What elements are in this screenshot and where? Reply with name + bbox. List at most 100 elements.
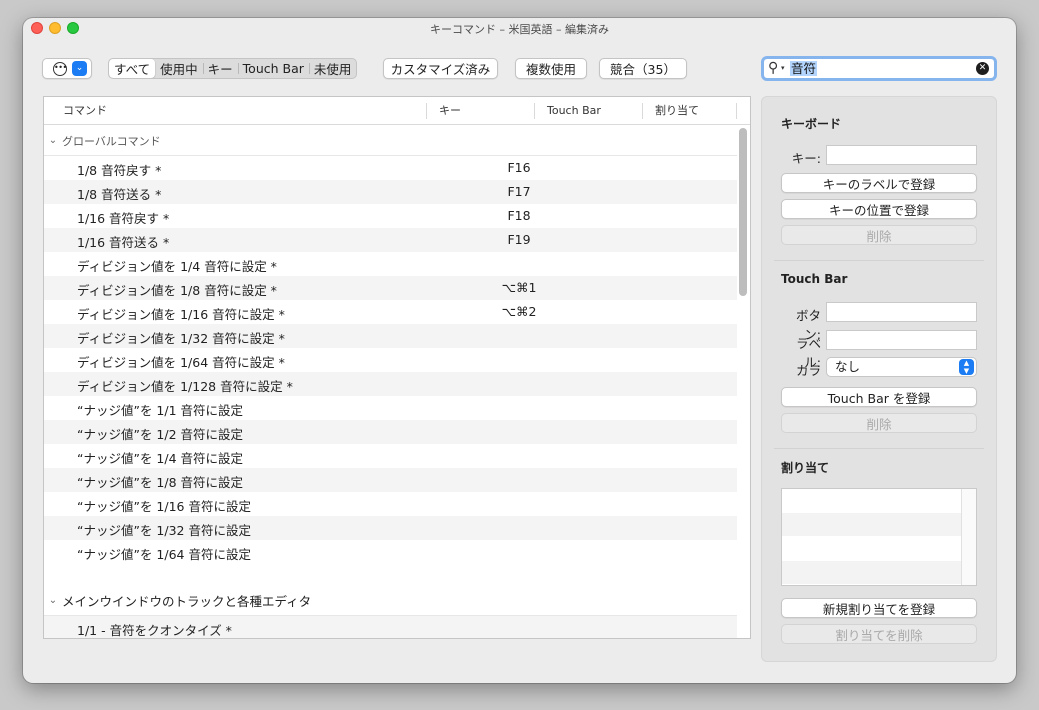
table-row[interactable]: “ナッジ値”を 1/4 音符に設定 xyxy=(44,444,737,468)
column-divider[interactable] xyxy=(426,103,427,119)
table-row[interactable]: 1/8 音符送る * F17 xyxy=(44,180,737,204)
command-cell: ディビジョン値を 1/32 音符に設定 * xyxy=(77,331,285,346)
section-divider xyxy=(774,448,984,449)
key-commands-window: キーコマンド – 米国英語 – 編集済み ••• ⌄ すべて 使用中 キー To… xyxy=(23,18,1016,683)
new-assignment-button[interactable]: 新規割り当てを登録 xyxy=(781,598,977,618)
table-row[interactable]: ディビジョン値を 1/8 音符に設定 * ⌥⌘1 xyxy=(44,276,737,300)
chevron-down-icon[interactable]: ⌄ xyxy=(44,135,62,146)
assignments-scrollbar[interactable] xyxy=(961,489,976,585)
table-body: ⌄ グローバルコマンド 1/8 音符戻す * F16 1/8 音符送る * F17 … xyxy=(44,126,737,638)
list-item[interactable] xyxy=(782,513,976,537)
touch-bar-label-field[interactable] xyxy=(826,330,977,350)
list-item[interactable] xyxy=(782,489,976,513)
assign-by-label-button[interactable]: キーのラベルで登録 xyxy=(781,173,977,193)
color-select[interactable]: なし ▲ ▼ xyxy=(826,357,977,377)
table-row[interactable]: “ナッジ値”を 1/16 音符に設定 xyxy=(44,492,737,516)
command-cell: “ナッジ値”を 1/1 音符に設定 xyxy=(77,403,244,418)
table-row[interactable]: “ナッジ値”を 1/32 音符に設定 xyxy=(44,516,737,540)
column-divider[interactable] xyxy=(534,103,535,119)
section-divider xyxy=(774,260,984,261)
filter-touch-bar[interactable]: Touch Bar xyxy=(237,59,309,78)
ellipsis-icon: ••• xyxy=(53,62,67,76)
table-row[interactable]: ディビジョン値を 1/128 音符に設定 * xyxy=(44,372,737,396)
updown-arrows-icon: ▲ ▼ xyxy=(959,359,974,375)
command-cell: “ナッジ値”を 1/32 音符に設定 xyxy=(77,523,251,538)
filter-keys[interactable]: キー xyxy=(202,59,238,78)
filter-all[interactable]: すべて xyxy=(109,59,156,78)
key-commands-table: コマンド キー Touch Bar 割り当て ⌄ グローバルコマンド 1/8 音… xyxy=(43,96,751,639)
table-row[interactable]: 1/16 音符送る * F19 xyxy=(44,228,737,252)
key-field[interactable] xyxy=(826,145,977,165)
table-row[interactable]: “ナッジ値”を 1/1 音符に設定 xyxy=(44,396,737,420)
delete-touch-bar-button[interactable]: 削除 xyxy=(781,413,977,433)
table-row[interactable]: ディビジョン値を 1/64 音符に設定 * xyxy=(44,348,737,372)
key-cell: F18 xyxy=(507,208,531,223)
key-cell: ⌥⌘1 xyxy=(501,280,537,295)
column-divider[interactable] xyxy=(736,103,737,119)
table-row[interactable]: “ナッジ値”を 1/64 音符に設定 xyxy=(44,540,737,564)
filter-used[interactable]: 使用中 xyxy=(155,59,203,78)
search-field[interactable]: ⚲ ▾ 音符 ✕ xyxy=(761,56,997,81)
touch-bar-button-field[interactable] xyxy=(826,302,977,322)
table-row[interactable]: ディビジョン値を 1/32 音符に設定 * xyxy=(44,324,737,348)
column-divider[interactable] xyxy=(642,103,643,119)
group-rows: 1/8 音符戻す * F16 1/8 音符送る * F17 1/16 音符戻す * F… xyxy=(44,156,737,564)
list-item[interactable] xyxy=(782,561,976,585)
key-label: キー: xyxy=(791,151,821,166)
table-row[interactable]: 1/16 音符戻す * F18 xyxy=(44,204,737,228)
command-cell: ディビジョン値を 1/16 音符に設定 * xyxy=(77,307,285,322)
column-header-key[interactable]: キー xyxy=(430,97,461,125)
table-row[interactable]: 1/8 音符戻す * F16 xyxy=(44,156,737,180)
toolbar: ••• ⌄ すべて 使用中 キー Touch Bar 未使用 カスタマイズ済み … xyxy=(23,56,1016,82)
command-cell: “ナッジ値”を 1/64 音符に設定 xyxy=(77,547,251,562)
assignments-section-title: 割り当て xyxy=(781,461,830,475)
table-scrollbar[interactable] xyxy=(739,128,747,296)
column-header-command[interactable]: コマンド xyxy=(54,97,107,125)
group-name: メインウインドウのトラックと各種エディタ xyxy=(62,594,312,609)
group-rows: 1/1 - 音符をクオンタイズ * xyxy=(44,616,737,638)
assign-touch-bar-button[interactable]: Touch Bar を登録 xyxy=(781,387,977,407)
window-title: キーコマンド – 米国英語 – 編集済み xyxy=(430,23,609,36)
key-cell: F17 xyxy=(507,184,531,199)
table-row[interactable]: ディビジョン値を 1/4 音符に設定 * xyxy=(44,252,737,276)
group-row[interactable]: ⌄ メインウインドウのトラックと各種エディタ xyxy=(44,586,737,616)
command-cell: “ナッジ値”を 1/2 音符に設定 xyxy=(77,427,244,442)
customized-button[interactable]: カスタマイズ済み xyxy=(383,58,498,79)
table-header: コマンド キー Touch Bar 割り当て xyxy=(44,97,750,125)
conflicts-button[interactable]: 競合（35） xyxy=(599,58,687,79)
search-input[interactable]: 音符 xyxy=(790,61,818,76)
column-header-touch-bar[interactable]: Touch Bar xyxy=(538,97,601,125)
column-header-assignment[interactable]: 割り当て xyxy=(646,97,699,125)
filter-segmented-control: すべて 使用中 キー Touch Bar 未使用 xyxy=(108,58,358,79)
list-item[interactable] xyxy=(782,537,976,561)
table-row[interactable]: “ナッジ値”を 1/2 音符に設定 xyxy=(44,420,737,444)
action-menu-button[interactable]: ••• ⌄ xyxy=(42,58,92,79)
filter-unused[interactable]: 未使用 xyxy=(308,59,357,78)
search-icon[interactable]: ⚲ xyxy=(768,60,778,76)
keyboard-section-title: キーボード xyxy=(781,117,842,131)
command-cell: 1/16 音符戻す * xyxy=(77,211,170,226)
group-row[interactable]: ⌄ グローバルコマンド xyxy=(44,126,737,156)
command-cell: 1/8 音符送る * xyxy=(77,187,162,202)
command-cell: “ナッジ値”を 1/4 音符に設定 xyxy=(77,451,244,466)
assignments-list[interactable] xyxy=(781,488,977,586)
multiple-assignments-button[interactable]: 複数使用 xyxy=(515,58,587,79)
clear-search-icon[interactable]: ✕ xyxy=(976,62,989,75)
delete-key-button[interactable]: 削除 xyxy=(781,225,977,245)
table-row[interactable]: ディビジョン値を 1/16 音符に設定 * ⌥⌘2 xyxy=(44,300,737,324)
chevron-down-icon[interactable]: ⌄ xyxy=(44,595,62,606)
table-row[interactable]: “ナッジ値”を 1/8 音符に設定 xyxy=(44,468,737,492)
color-select-value: なし xyxy=(835,359,861,374)
command-cell: 1/1 - 音符をクオンタイズ * xyxy=(77,623,232,638)
command-cell: 1/8 音符戻す * xyxy=(77,163,162,178)
delete-assignment-button[interactable]: 割り当てを削除 xyxy=(781,624,977,644)
command-cell: “ナッジ値”を 1/8 音符に設定 xyxy=(77,475,244,490)
command-cell: ディビジョン値を 1/8 音符に設定 * xyxy=(77,283,277,298)
assign-by-position-button[interactable]: キーの位置で登録 xyxy=(781,199,977,219)
title-bar: キーコマンド – 米国英語 – 編集済み xyxy=(23,18,1016,38)
command-cell: ディビジョン値を 1/64 音符に設定 * xyxy=(77,355,285,370)
key-cell: F19 xyxy=(507,232,531,247)
touch-bar-section-title: Touch Bar xyxy=(781,272,848,286)
table-row[interactable]: 1/1 - 音符をクオンタイズ * xyxy=(44,616,737,638)
